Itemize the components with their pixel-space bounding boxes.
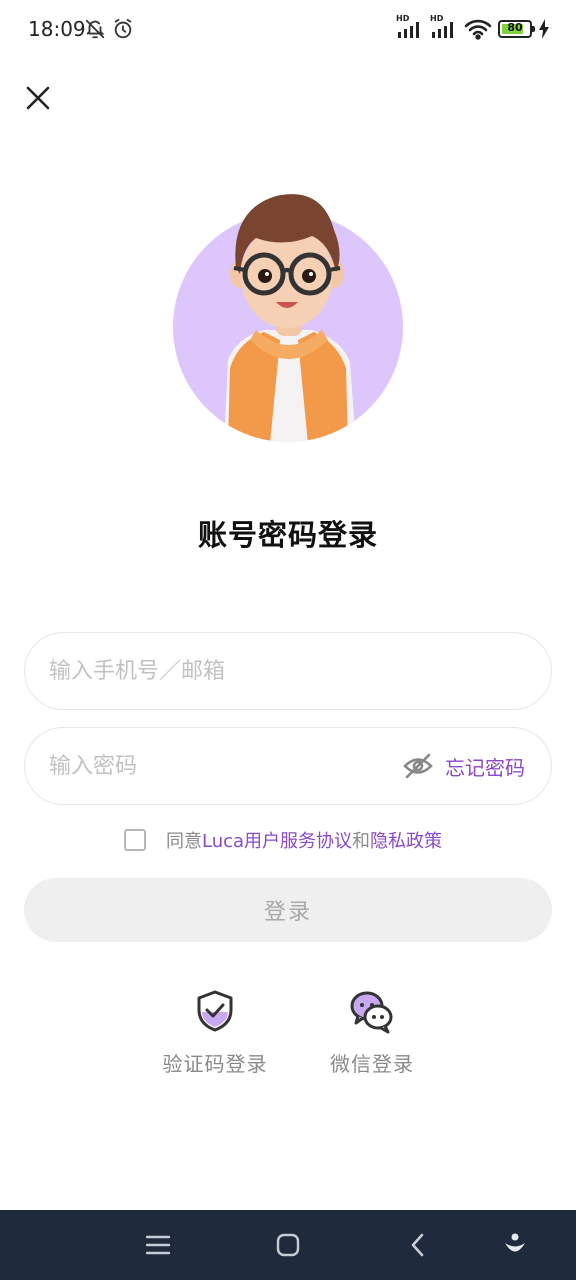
close-icon [26, 86, 50, 110]
account-input[interactable] [49, 633, 389, 709]
sms-code-login[interactable]: 验证码登录 [150, 988, 280, 1077]
login-button[interactable]: 登录 [24, 878, 552, 942]
status-left-icons [84, 18, 134, 40]
agreement-checkbox[interactable] [124, 829, 146, 851]
wifi-icon [464, 19, 492, 40]
sim2-hd-label: HD [430, 14, 444, 23]
status-right-icons: HD HD 80 [396, 14, 550, 40]
battery-icon: 80 [498, 20, 535, 38]
menu-icon[interactable] [143, 1230, 173, 1260]
forgot-password-link[interactable]: 忘记密码 [445, 752, 525, 781]
password-input[interactable] [49, 728, 389, 804]
agreement-prefix: 同意 [166, 831, 202, 852]
page-title: 账号密码登录 [197, 518, 378, 552]
sim1-hd-label: HD [396, 14, 410, 23]
home-icon[interactable] [273, 1230, 303, 1260]
wechat-icon [350, 991, 393, 1034]
bell-off-icon [85, 19, 105, 39]
terms-link[interactable]: Luca用户服务协议 [202, 827, 352, 853]
sms-code-login-label: 验证码登录 [162, 1052, 268, 1076]
status-bar: 18:09 HD HD 80 [0, 0, 576, 60]
back-icon[interactable] [403, 1230, 433, 1260]
system-nav-bar [0, 1210, 576, 1280]
agreement-and: 和 [352, 831, 371, 852]
wechat-login[interactable]: 微信登录 [307, 988, 437, 1077]
shield-check-icon [197, 990, 233, 1032]
eye-off-icon[interactable] [403, 753, 433, 779]
signal-hd-icon: HD [430, 14, 458, 40]
charging-icon [539, 19, 549, 39]
agreement-row: 同意 Luca用户服务协议 和 隐私政策 [124, 826, 442, 854]
wechat-login-label: 微信登录 [330, 1052, 414, 1076]
close-button[interactable] [22, 82, 54, 114]
password-field: 忘记密码 [24, 727, 552, 805]
battery-level: 80 [507, 21, 523, 34]
alarm-icon [114, 18, 132, 39]
assistant-icon[interactable] [500, 1230, 530, 1260]
privacy-link[interactable]: 隐私政策 [370, 827, 442, 853]
signal-hd-icon: HD [396, 14, 424, 40]
status-time: 18:09 [28, 17, 86, 41]
avatar-illustration [173, 194, 403, 442]
account-field [24, 632, 552, 710]
